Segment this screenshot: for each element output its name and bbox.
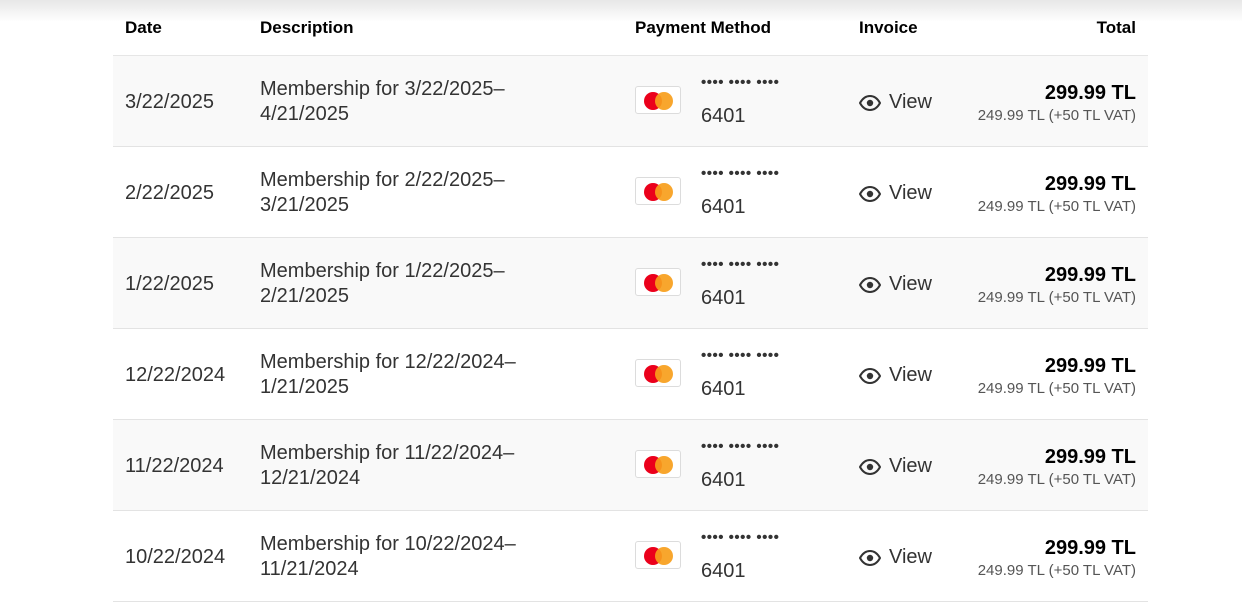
- billing-history-table: Date Description Payment Method Invoice …: [113, 0, 1148, 602]
- view-label: View: [889, 182, 932, 204]
- row-total: 299.99 TL 249.99 TL (+50 TL VAT): [978, 537, 1136, 579]
- view-label: View: [889, 455, 932, 477]
- header-date: Date: [125, 18, 162, 37]
- row-total: 299.99 TL 249.99 TL (+50 TL VAT): [978, 355, 1136, 397]
- mastercard-icon: [635, 268, 681, 296]
- row-description: Membership for 10/22/2024–11/21/2024: [260, 533, 516, 580]
- total-breakdown: 249.99 TL (+50 TL VAT): [977, 289, 1136, 306]
- total-breakdown: 249.99 TL (+50 TL VAT): [977, 380, 1136, 397]
- table-row: 11/22/2024 Membership for 11/22/2024–12/…: [113, 420, 1148, 511]
- card-mask: •••• •••• ••••: [701, 74, 780, 91]
- card-last4: 6401: [701, 287, 746, 309]
- mastercard-icon: [635, 359, 681, 387]
- table-row: 10/22/2024 Membership for 10/22/2024–11/…: [113, 511, 1148, 602]
- view-invoice-button[interactable]: View: [859, 91, 932, 114]
- row-date: 2/22/2025: [125, 182, 214, 204]
- table-row: 1/22/2025 Membership for 1/22/2025–2/21/…: [113, 238, 1148, 329]
- row-date: 1/22/2025: [125, 273, 214, 295]
- mastercard-icon: [635, 177, 681, 205]
- card-last4: 6401: [701, 105, 746, 127]
- card-mask: •••• •••• ••••: [701, 529, 780, 546]
- card-last4: 6401: [701, 469, 746, 491]
- header-description: Description: [260, 18, 354, 37]
- eye-icon: [859, 458, 881, 475]
- total-amount: 299.99 TL: [1044, 264, 1136, 286]
- table-row: 12/22/2024 Membership for 12/22/2024–1/2…: [113, 329, 1148, 420]
- eye-icon: [859, 549, 881, 566]
- eye-icon: [859, 94, 881, 111]
- total-amount: 299.99 TL: [1044, 355, 1136, 377]
- header-payment-method: Payment Method: [635, 18, 772, 37]
- mastercard-icon: [635, 450, 681, 478]
- view-label: View: [889, 364, 932, 386]
- row-description: Membership for 12/22/2024–1/21/2025: [260, 351, 516, 398]
- view-invoice-button[interactable]: View: [859, 546, 932, 569]
- eye-icon: [859, 185, 881, 202]
- card-mask: •••• •••• ••••: [701, 438, 780, 455]
- mastercard-icon: [635, 86, 681, 114]
- total-amount: 299.99 TL: [1044, 82, 1136, 104]
- table-row: 3/22/2025 Membership for 3/22/2025–4/21/…: [113, 56, 1148, 147]
- mastercard-icon: [635, 541, 681, 569]
- card-last4: 6401: [701, 196, 746, 218]
- card-mask: •••• •••• ••••: [701, 165, 780, 182]
- view-invoice-button[interactable]: View: [859, 455, 932, 478]
- card-mask: •••• •••• ••••: [701, 347, 780, 364]
- card-mask: •••• •••• ••••: [701, 256, 780, 273]
- row-description: Membership for 11/22/2024–12/21/2024: [260, 442, 515, 489]
- table-header: Date Description Payment Method Invoice …: [113, 0, 1148, 56]
- row-total: 299.99 TL 249.99 TL (+50 TL VAT): [978, 264, 1136, 306]
- total-amount: 299.99 TL: [1044, 173, 1136, 195]
- total-breakdown: 249.99 TL (+50 TL VAT): [977, 562, 1136, 579]
- total-amount: 299.99 TL: [1044, 446, 1136, 468]
- eye-icon: [859, 367, 881, 384]
- view-invoice-button[interactable]: View: [859, 182, 932, 205]
- row-description: Membership for 3/22/2025–4/21/2025: [260, 78, 505, 125]
- total-breakdown: 249.99 TL (+50 TL VAT): [977, 107, 1136, 124]
- row-total: 299.99 TL 249.99 TL (+50 TL VAT): [978, 446, 1136, 488]
- view-label: View: [889, 91, 932, 113]
- card-last4: 6401: [701, 378, 746, 400]
- table-row: 2/22/2025 Membership for 2/22/2025–3/21/…: [113, 147, 1148, 238]
- header-total: Total: [1096, 18, 1136, 37]
- total-amount: 299.99 TL: [1044, 537, 1136, 559]
- row-total: 299.99 TL 249.99 TL (+50 TL VAT): [978, 173, 1136, 215]
- row-description: Membership for 1/22/2025–2/21/2025: [260, 260, 505, 307]
- view-label: View: [889, 546, 932, 568]
- header-invoice: Invoice: [859, 18, 918, 37]
- card-last4: 6401: [701, 560, 746, 582]
- row-date: 11/22/2024: [125, 455, 224, 477]
- row-date: 3/22/2025: [125, 91, 214, 113]
- view-label: View: [889, 273, 932, 295]
- total-breakdown: 249.99 TL (+50 TL VAT): [977, 198, 1136, 215]
- row-date: 12/22/2024: [125, 364, 226, 386]
- eye-icon: [859, 276, 881, 293]
- view-invoice-button[interactable]: View: [859, 273, 932, 296]
- row-description: Membership for 2/22/2025–3/21/2025: [260, 169, 505, 216]
- row-total: 299.99 TL 249.99 TL (+50 TL VAT): [978, 82, 1136, 124]
- view-invoice-button[interactable]: View: [859, 364, 932, 387]
- total-breakdown: 249.99 TL (+50 TL VAT): [977, 471, 1136, 488]
- table-body: 3/22/2025 Membership for 3/22/2025–4/21/…: [113, 56, 1148, 602]
- row-date: 10/22/2024: [125, 546, 226, 568]
